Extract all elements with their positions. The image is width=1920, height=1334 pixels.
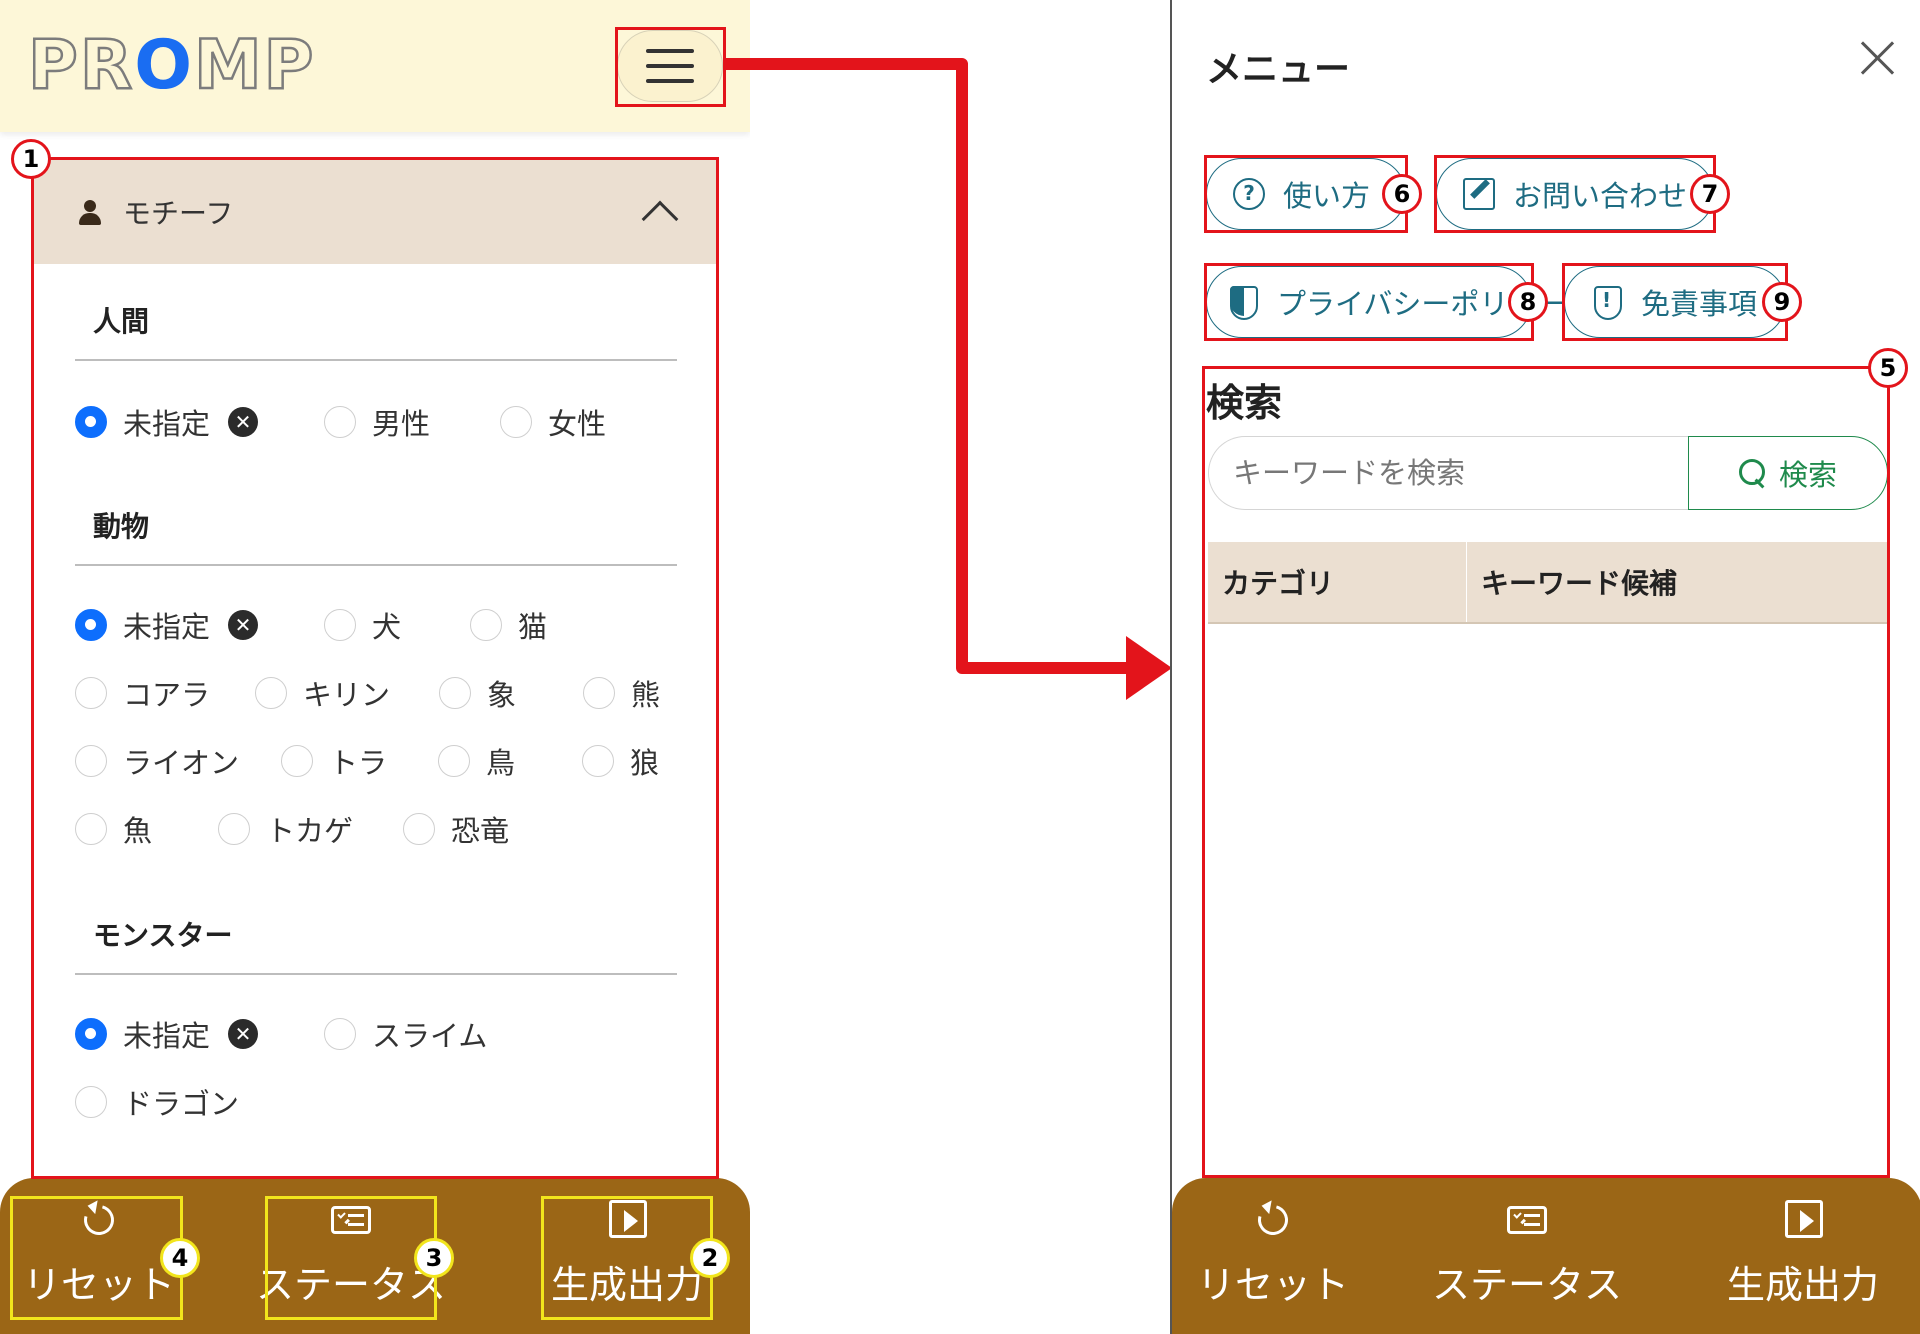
hamburger-icon (646, 49, 694, 53)
radio-checked-icon[interactable] (75, 1018, 107, 1050)
checklist-icon (329, 1198, 373, 1242)
disclaimer-button[interactable]: 免責事項 (1564, 266, 1786, 338)
section-title-monster: モンスター (93, 919, 233, 952)
option-monster-dragon[interactable]: ドラゴン (75, 1081, 239, 1123)
help-circle-icon: ? (1233, 178, 1265, 210)
edit-icon (1463, 178, 1495, 210)
clear-icon[interactable]: ✕ (228, 1019, 259, 1049)
section-title-animal: 動物 (93, 510, 150, 543)
option-animal-lizard[interactable]: トカゲ (218, 808, 353, 850)
option-human-unspecified[interactable]: 未指定 ✕ (75, 401, 259, 443)
motif-title: モチーフ (123, 197, 234, 230)
annotation-badge-1: 1 (11, 139, 51, 179)
option-monster-slime[interactable]: スライム (324, 1013, 487, 1055)
left-screen: PROMP モチーフ 人間 未指定 ✕ 男性 女性 動物 未指定 ✕ 犬 猫 コアラ… (0, 0, 750, 1334)
option-animal-bird[interactable]: 鳥 (438, 740, 515, 782)
bottom-action-bar: リセット ステータス 生成出力 (0, 1178, 750, 1334)
shield-icon (1227, 286, 1259, 320)
column-category: カテゴリ (1222, 567, 1335, 600)
play-icon (1781, 1198, 1825, 1242)
section-title-human: 人間 (93, 305, 150, 338)
menu-title: メニュー (1206, 49, 1351, 90)
option-human-male[interactable]: 男性 (324, 401, 430, 443)
option-animal-fish[interactable]: 魚 (75, 808, 152, 850)
reset-button[interactable]: リセット (1192, 1192, 1354, 1318)
chevron-up-icon (641, 200, 679, 238)
annotation-badge-9: 9 (1762, 282, 1802, 322)
divider (75, 564, 677, 566)
shield-alert-icon (1591, 286, 1623, 320)
option-animal-unspecified[interactable]: 未指定 ✕ (75, 604, 259, 646)
option-animal-elephant[interactable]: 象 (439, 672, 516, 714)
radio-checked-icon[interactable] (75, 406, 107, 438)
radio-checked-icon[interactable] (75, 609, 107, 641)
option-animal-giraffe[interactable]: キリン (255, 672, 390, 714)
contact-button[interactable]: お問い合わせ (1436, 158, 1714, 230)
play-icon (605, 1198, 649, 1242)
checklist-icon (1505, 1198, 1549, 1242)
option-animal-tiger[interactable]: トラ (281, 740, 387, 782)
column-keyword-candidates: キーワード候補 (1466, 542, 1888, 622)
option-animal-wolf[interactable]: 狼 (582, 740, 659, 782)
reset-icon (1251, 1198, 1295, 1242)
person-icon (77, 198, 103, 226)
motif-accordion-header[interactable]: モチーフ (33, 160, 717, 264)
menu-drawer: メニュー ? 使い方 お問い合わせ プライバシーポリシー 免責事項 検索 検索 … (1170, 0, 1920, 1334)
keyword-table-header: カテゴリ キーワード候補 (1208, 542, 1888, 624)
annotation-badge-2: 2 (690, 1238, 730, 1278)
annotation-badge-7: 7 (1690, 174, 1730, 214)
close-icon[interactable] (1856, 36, 1900, 80)
clear-icon[interactable]: ✕ (228, 407, 259, 437)
annotation-badge-6: 6 (1382, 174, 1422, 214)
annotation-badge-3: 3 (414, 1238, 454, 1278)
search-icon (1738, 459, 1767, 487)
search-button[interactable]: 検索 (1688, 436, 1888, 510)
privacy-policy-button[interactable]: プライバシーポリシー (1206, 266, 1566, 338)
option-animal-koala[interactable]: コアラ (75, 672, 210, 714)
option-animal-dog[interactable]: 犬 (324, 604, 401, 646)
option-human-female[interactable]: 女性 (500, 401, 606, 443)
search-title: 検索 (1206, 381, 1283, 425)
option-monster-unspecified[interactable]: 未指定 ✕ (75, 1013, 259, 1055)
option-animal-dinosaur[interactable]: 恐竜 (403, 808, 509, 850)
divider (75, 973, 677, 975)
option-animal-lion[interactable]: ライオン (75, 740, 239, 782)
reset-button[interactable]: リセット (18, 1192, 180, 1318)
motif-accordion: モチーフ 人間 未指定 ✕ 男性 女性 動物 未指定 ✕ 犬 猫 コアラ キリン 象… (33, 160, 717, 1178)
app-logo[interactable]: PROMP (27, 26, 316, 105)
generate-output-button[interactable]: 生成出力 (1720, 1192, 1886, 1318)
bottom-action-bar: リセット ステータス 生成出力 (1172, 1178, 1920, 1334)
howto-button[interactable]: ? 使い方 (1206, 158, 1406, 230)
annotation-badge-5: 5 (1868, 348, 1908, 388)
reset-icon (77, 1198, 121, 1242)
annotation-badge-4: 4 (160, 1238, 200, 1278)
divider (75, 359, 677, 361)
generate-output-button[interactable]: 生成出力 (544, 1192, 710, 1318)
status-button[interactable]: ステータス (1432, 1192, 1622, 1318)
option-animal-cat[interactable]: 猫 (470, 604, 547, 646)
option-animal-bear[interactable]: 熊 (583, 672, 660, 714)
status-button[interactable]: ステータス (256, 1192, 446, 1318)
search-input[interactable] (1208, 436, 1690, 510)
clear-icon[interactable]: ✕ (228, 610, 259, 640)
app-header: PROMP (0, 0, 750, 132)
transition-arrow (726, 58, 1172, 700)
annotation-badge-8: 8 (1508, 282, 1548, 322)
